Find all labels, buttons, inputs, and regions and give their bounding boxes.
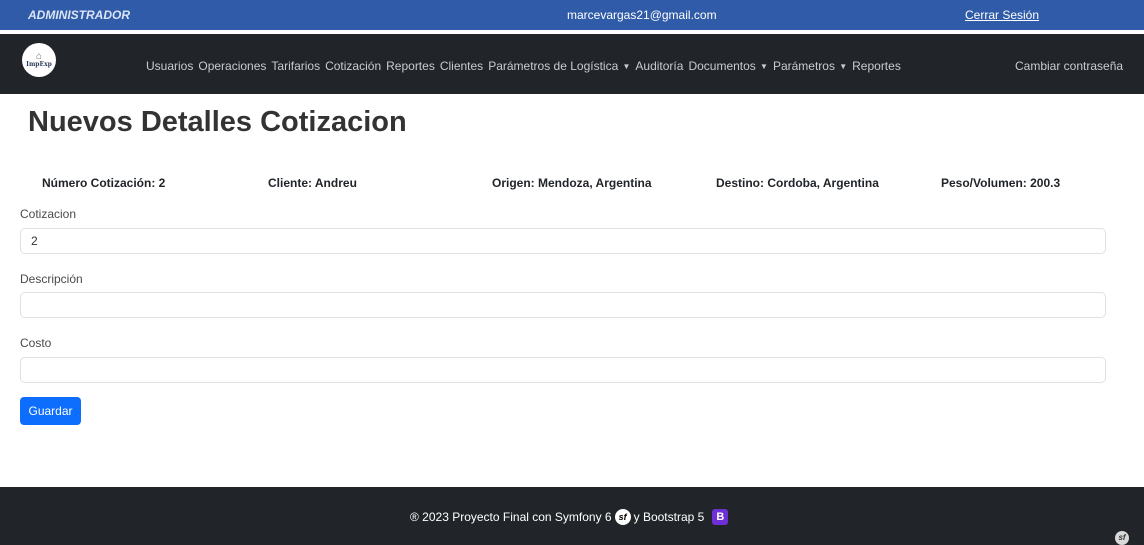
nav-item-operaciones[interactable]: Operaciones [198,59,266,73]
costo-label: Costo [20,336,52,350]
nav-dropdown-parametros-logistica[interactable]: Parámetros de Logística ▼ [488,59,630,73]
nav-menu: Usuarios Operaciones Tarifarios Cotizaci… [146,59,906,73]
bootstrap-icon: B [712,509,729,525]
caret-down-icon: ▼ [836,62,848,71]
top-bar: ADMINISTRADOR marcevargas21@gmail.com Ce… [0,0,1144,30]
summary-peso: Peso/Volumen: 200.3 [941,176,1061,190]
nav-dropdown-documentos[interactable]: Documentos ▼ [688,59,768,73]
footer-text-before: ® 2023 Proyecto Final con Symfony 6 [410,510,612,524]
summary-numero: Número Cotización: 2 [42,176,166,190]
caret-down-icon: ▼ [757,62,768,71]
costo-input[interactable] [20,357,1106,383]
summary-cliente: Cliente: Andreu [268,176,357,190]
brand-logo[interactable]: ⌂ ImpExp [22,43,56,77]
descripcion-input[interactable] [20,292,1106,318]
footer: ® 2023 Proyecto Final con Symfony 6 sf y… [0,487,1144,545]
save-button[interactable]: Guardar [20,397,81,425]
nav-item-cotizacion[interactable]: Cotización [325,59,381,73]
footer-credits: ® 2023 Proyecto Final con Symfony 6 sf y… [410,509,729,525]
logout-link[interactable]: Cerrar Sesión [965,8,1039,22]
nav-item-tarifarios[interactable]: Tarifarios [271,59,320,73]
user-role: ADMINISTRADOR [28,8,130,22]
nav-item-clientes[interactable]: Clientes [440,59,483,73]
nav-item-auditoria[interactable]: Auditoría [635,59,683,73]
descripcion-label: Descripción [20,272,83,286]
nav-item-reportes[interactable]: Reportes [386,59,435,73]
summary-destino: Destino: Cordoba, Argentina [716,176,879,190]
nav-item-label: Documentos [688,59,756,73]
building-icon: ⌂ [35,50,43,62]
nav-item-reportes-2[interactable]: Reportes [852,59,901,73]
nav-item-usuarios[interactable]: Usuarios [146,59,193,73]
main-navbar: ⌂ ImpExp Usuarios Operaciones Tarifarios… [0,34,1144,94]
caret-down-icon: ▼ [620,62,631,71]
symfony-icon: sf [614,509,631,525]
user-email: marcevargas21@gmail.com [567,8,717,22]
change-password-link[interactable]: Cambiar contraseña [1015,59,1123,73]
symfony-toolbar-icon[interactable]: sf [1115,531,1129,545]
logo-text: ImpExp [26,60,52,68]
nav-dropdown-parametros[interactable]: Parámetros ▼ [773,59,847,73]
cotizacion-label: Cotizacion [20,207,77,221]
nav-item-label: Parámetros de Logística [488,59,619,73]
cotizacion-input[interactable]: 2 [20,228,1106,254]
summary-origen: Origen: Mendoza, Argentina [492,176,652,190]
footer-text-after: y Bootstrap 5 [633,510,705,524]
page-title: Nuevos Detalles Cotizacion [28,106,407,138]
nav-item-label: Parámetros [772,59,835,73]
